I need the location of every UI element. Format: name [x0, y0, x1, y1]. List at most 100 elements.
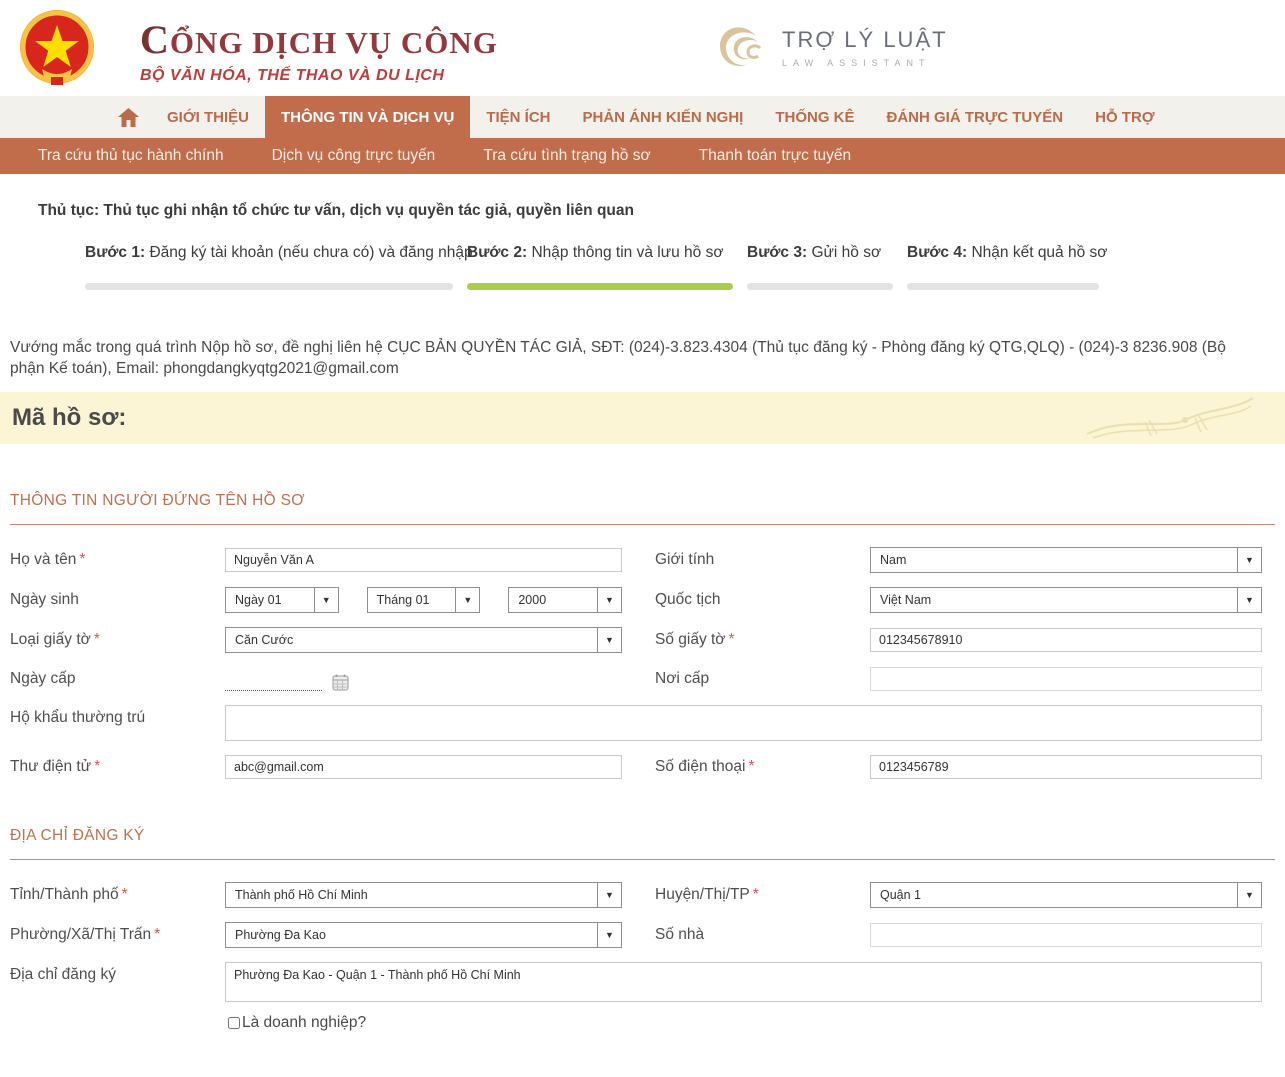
- la-doanh-nghiep-checkbox[interactable]: [228, 1017, 240, 1029]
- ngay-sinh-label: Ngày sinh: [10, 591, 79, 608]
- loai-giay-to-label: Loại giấy tờ *: [10, 631, 100, 648]
- ngay-sinh-group: Ngày 01 ▼ Tháng 01 ▼ 2000 ▼: [225, 587, 623, 613]
- step-1-text: Đăng ký tài khoản (nếu chưa có) và đăng …: [149, 244, 473, 261]
- dossier-code-label: Mã hồ sơ:: [12, 404, 127, 431]
- step-3-progress-bar: [747, 283, 893, 290]
- gioi-tinh-label: Giới tính: [655, 551, 715, 568]
- la-doanh-nghiep-label: Là doanh nghiệp?: [242, 1014, 367, 1031]
- step-1-progress-bar: [85, 283, 453, 290]
- chevron-down-icon[interactable]: ▼: [313, 588, 338, 612]
- subnav-tra-cuu-thu-tuc[interactable]: Tra cứu thủ tục hành chính: [38, 147, 224, 165]
- thu-dien-tu-label: Thư điện tử *: [10, 758, 101, 775]
- chevron-down-icon[interactable]: ▼: [1237, 883, 1261, 907]
- dragon-ornament-decoration: [1086, 397, 1254, 439]
- ngay-cap-field: [225, 667, 622, 691]
- procedure-title: Thủ tục: Thủ tục ghi nhận tổ chức tư vấn…: [38, 202, 634, 219]
- ngay-sinh-month-select[interactable]: Tháng 01 ▼: [366, 587, 481, 613]
- partner-title: TRỢ LÝ LUẬT: [782, 26, 948, 52]
- step-4-label: Bước 4:: [907, 244, 968, 261]
- subnav-dich-vu-cong[interactable]: Dịch vụ công trực tuyến: [272, 147, 436, 165]
- step-1: Bước 1: Đăng ký tài khoản (nếu chưa có) …: [85, 244, 473, 290]
- partner-subtitle: LAW ASSISTANT: [782, 57, 931, 68]
- chevron-down-icon[interactable]: ▼: [597, 628, 621, 652]
- main-nav: GIỚI THIỆU THÔNG TIN VÀ DỊCH VỤ TIỆN ÍCH…: [0, 96, 1285, 138]
- chevron-down-icon[interactable]: ▼: [1237, 548, 1261, 572]
- nav-home[interactable]: [106, 96, 151, 138]
- ngay-sinh-day-select[interactable]: Ngày 01 ▼: [225, 587, 339, 613]
- step-3: Bước 3: Gửi hồ sơ: [747, 244, 893, 290]
- quoc-tich-select[interactable]: Việt Nam ▼: [870, 587, 1262, 613]
- ho-khau-textarea[interactable]: [225, 705, 1262, 741]
- contact-notice: Vướng mắc trong quá trình Nộp hồ sơ, đề …: [10, 339, 1226, 377]
- step-4-text: Nhận kết quả hồ sơ: [971, 244, 1108, 261]
- home-icon: [118, 107, 139, 127]
- step-2: Bước 2: Nhập thông tin và lưu hồ sơ: [467, 244, 733, 290]
- nav-thong-tin-va-dich-vu[interactable]: THÔNG TIN VÀ DỊCH VỤ: [264, 96, 471, 138]
- address-section-divider: [10, 859, 1275, 860]
- so-nha-input[interactable]: [870, 923, 1262, 947]
- tinh-label: Tỉnh/Thành phố *: [10, 886, 128, 903]
- address-section-title: ĐỊA CHỈ ĐĂNG KÝ: [10, 827, 145, 844]
- subnav-tra-cuu-tinh-trang[interactable]: Tra cứu tình trạng hồ sơ: [483, 147, 650, 165]
- ngay-sinh-year-select[interactable]: 2000 ▼: [508, 587, 623, 613]
- noi-cap-input[interactable]: [870, 667, 1262, 691]
- vietnam-emblem-logo: [20, 10, 94, 85]
- so-nha-label: Số nhà: [655, 926, 705, 943]
- nav-gioi-thieu[interactable]: GIỚI THIỆU: [151, 96, 265, 138]
- ho-khau-label: Hộ khẩu thường trú: [10, 709, 146, 726]
- owner-section-title: THÔNG TIN NGƯỜI ĐỨNG TÊN HỒ SƠ: [10, 492, 305, 509]
- so-dien-thoai-input[interactable]: [870, 755, 1262, 779]
- portal-title: CỔNG DỊCH VỤ CÔNG: [140, 17, 498, 62]
- nav-danh-gia-truc-tuyen[interactable]: ĐÁNH GIÁ TRỰC TUYẾN: [871, 96, 1080, 138]
- step-3-label: Bước 3:: [747, 244, 808, 261]
- loai-giay-to-select[interactable]: Căn Cước ▼: [225, 627, 622, 653]
- quoc-tich-label: Quốc tịch: [655, 591, 721, 608]
- ho-ten-input[interactable]: [225, 548, 622, 572]
- step-1-label: Bước 1:: [85, 244, 146, 261]
- step-2-label: Bước 2:: [467, 244, 528, 261]
- thu-dien-tu-input[interactable]: [225, 755, 622, 779]
- noi-cap-label: Nơi cấp: [655, 670, 710, 687]
- so-dien-thoai-label: Số điện thoại *: [655, 758, 755, 775]
- sub-nav: Tra cứu thủ tục hành chính Dịch vụ công …: [0, 138, 1285, 174]
- nav-phan-anh-kien-nghi[interactable]: PHẢN ÁNH KIẾN NGHỊ: [566, 96, 759, 138]
- chevron-down-icon[interactable]: ▼: [455, 588, 480, 612]
- enterprise-checkbox-row: Là doanh nghiệp?: [228, 1014, 1285, 1032]
- chevron-down-icon[interactable]: ▼: [597, 923, 621, 947]
- gioi-tinh-select[interactable]: Nam ▼: [870, 547, 1262, 573]
- chevron-down-icon[interactable]: ▼: [597, 588, 622, 612]
- portal-subtitle: BỘ VĂN HÓA, THỂ THAO VÀ DU LỊCH: [140, 67, 445, 84]
- phuong-select[interactable]: Phường Đa Kao ▼: [225, 922, 622, 948]
- owner-form: Họ và tên* Giới tính Nam ▼ Ngày sinh Ngà…: [10, 547, 1285, 779]
- tinh-select[interactable]: Thành phố Hồ Chí Minh ▼: [225, 882, 622, 908]
- step-4-progress-bar: [907, 283, 1099, 290]
- huyen-label: Huyện/Thị/TP *: [655, 886, 759, 903]
- page-header: CỔNG DỊCH VỤ CÔNG BỘ VĂN HÓA, THỂ THAO V…: [0, 0, 1285, 96]
- chevron-down-icon[interactable]: ▼: [597, 883, 621, 907]
- nav-tien-ich[interactable]: TIỆN ÍCH: [470, 96, 566, 138]
- owner-section-divider: [10, 524, 1275, 525]
- ho-ten-label: Họ và tên *: [10, 551, 86, 568]
- subnav-thanh-toan[interactable]: Thanh toán trực tuyến: [699, 147, 852, 165]
- step-indicator: Bước 1: Đăng ký tài khoản (nếu chưa có) …: [85, 244, 1285, 290]
- step-2-text: Nhập thông tin và lưu hồ sơ: [531, 244, 724, 261]
- calendar-icon[interactable]: [332, 674, 349, 691]
- so-giay-to-input[interactable]: [870, 628, 1262, 652]
- step-4: Bước 4: Nhận kết quả hồ sơ: [907, 244, 1107, 290]
- phuong-label: Phường/Xã/Thị Trấn *: [10, 926, 161, 943]
- nav-ho-tro[interactable]: HỖ TRỢ: [1079, 96, 1170, 138]
- step-2-progress-bar: [467, 283, 733, 290]
- portal-brand: CỔNG DỊCH VỤ CÔNG BỘ VĂN HÓA, THỂ THAO V…: [140, 16, 498, 85]
- ngay-cap-input[interactable]: [225, 671, 322, 691]
- huyen-select[interactable]: Quận 1 ▼: [870, 882, 1262, 908]
- step-3-text: Gửi hồ sơ: [811, 244, 882, 261]
- nav-thong-ke[interactable]: THỐNG KÊ: [759, 96, 870, 138]
- law-assistant-swirl-icon: [720, 27, 762, 66]
- partner-logo: TRỢ LÝ LUẬT LAW ASSISTANT: [712, 18, 948, 76]
- chevron-down-icon[interactable]: ▼: [1237, 588, 1261, 612]
- dossier-code-bar: Mã hồ sơ:: [0, 392, 1285, 444]
- dia-chi-textarea[interactable]: Phường Đa Kao - Quận 1 - Thành phố Hồ Ch…: [225, 962, 1262, 1002]
- address-form: Tỉnh/Thành phố * Thành phố Hồ Chí Minh ▼ …: [10, 882, 1285, 1002]
- ngay-cap-label: Ngày cấp: [10, 670, 76, 687]
- dia-chi-label: Địa chỉ đăng ký: [10, 966, 116, 983]
